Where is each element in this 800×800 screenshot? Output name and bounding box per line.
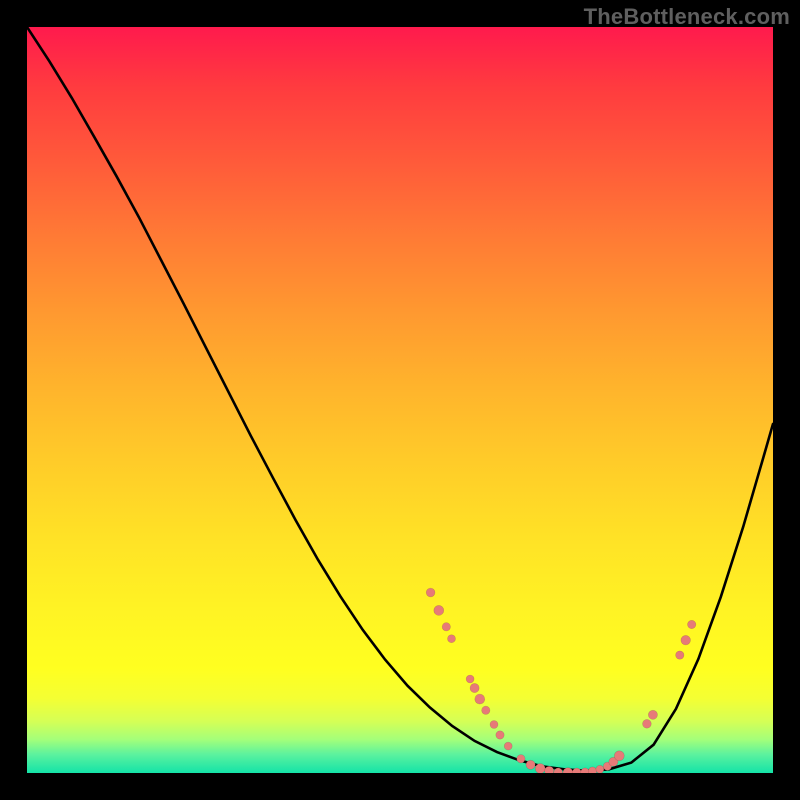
chart-area [27, 27, 773, 773]
bottleneck-curve [27, 27, 773, 771]
watermark-text: TheBottleneck.com [584, 4, 790, 30]
data-point [496, 731, 504, 739]
data-point [535, 764, 545, 774]
data-point [588, 767, 596, 773]
data-point [470, 683, 479, 692]
data-point [688, 620, 696, 628]
data-point [517, 755, 525, 763]
data-point [596, 765, 604, 773]
data-points [426, 588, 696, 773]
data-point [526, 760, 535, 769]
data-point [643, 719, 652, 728]
data-point [648, 710, 657, 719]
data-point [434, 605, 444, 615]
data-point [482, 706, 490, 714]
data-point [545, 766, 554, 773]
data-point [448, 635, 456, 643]
data-point [614, 751, 624, 761]
chart-svg [27, 27, 773, 773]
data-point [490, 721, 498, 729]
data-point [442, 623, 450, 631]
data-point [475, 694, 485, 704]
data-point [466, 675, 474, 683]
data-point [426, 588, 435, 597]
data-point [676, 651, 684, 659]
data-point [504, 742, 512, 750]
data-point [681, 635, 691, 645]
